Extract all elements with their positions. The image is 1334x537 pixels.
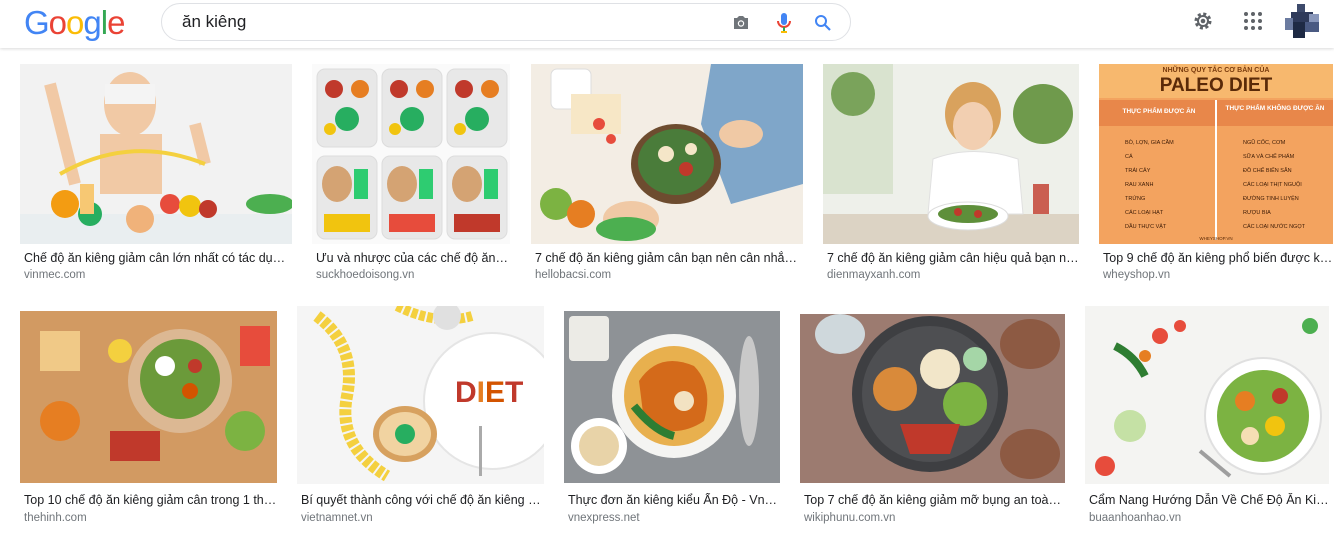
image-result-2[interactable]: Ưu và nhược của các chế độ ăn kiêng ... … <box>312 64 510 284</box>
result-thumbnail[interactable] <box>800 314 1065 483</box>
gear-icon[interactable] <box>1191 9 1215 33</box>
poster-list-item: RƯỢU BIA <box>1243 210 1271 216</box>
microphone-icon[interactable] <box>773 12 795 34</box>
result-thumbnail[interactable] <box>564 311 780 483</box>
google-logo[interactable]: Google <box>24 4 125 42</box>
result-source[interactable]: vnexpress.net <box>568 512 640 524</box>
poster-list-item: CÁ <box>1125 154 1133 160</box>
result-thumbnail[interactable] <box>20 311 277 483</box>
result-thumbnail[interactable]: NHỮNG QUY TẮC CƠ BẢN CỦA PALEO DIET THỰC… <box>1099 64 1333 244</box>
result-title[interactable]: 7 chế độ ăn kiêng giảm cân bạn nên cân n… <box>535 251 803 265</box>
image-result-1[interactable]: Chế độ ăn kiêng giảm cân lớn nhất có tác… <box>20 64 292 284</box>
diet-letter: D <box>455 376 477 409</box>
result-title[interactable]: Thực đơn ăn kiêng kiểu Ấn Độ - VnExpress <box>568 493 780 507</box>
poster-col-forbidden: THỰC PHẨM KHÔNG ĐƯỢC ĂN <box>1225 105 1325 112</box>
result-thumbnail[interactable] <box>312 64 510 244</box>
poster-list-item: ĐỒ CHẾ BIẾN SẴN <box>1243 168 1292 174</box>
poster-list-item: CÁC LOẠI HẠT <box>1125 210 1164 216</box>
search-icon[interactable] <box>812 12 834 34</box>
image-result-10[interactable]: Cẩm Nang Hướng Dẫn Về Chế Độ Ăn Kiêng ..… <box>1085 306 1329 531</box>
result-source[interactable]: suckhoedoisong.vn <box>316 269 414 281</box>
camera-icon[interactable] <box>730 12 752 34</box>
poster-allowed-list: BÒ, LỢN, GIA CẦM CÁ TRÁI CÂY RAU XANH TR… <box>1107 140 1211 238</box>
poster-divider <box>1215 100 1217 240</box>
image-result-3[interactable]: 7 chế độ ăn kiêng giảm cân bạn nên cân n… <box>531 64 803 284</box>
result-title[interactable]: Chế độ ăn kiêng giảm cân lớn nhất có tác… <box>24 251 292 265</box>
result-thumbnail[interactable]: DIET <box>297 306 544 484</box>
logo-letter: e <box>107 4 125 41</box>
result-source[interactable]: wheyshop.vn <box>1103 269 1170 281</box>
image-result-6[interactable]: Top 10 chế độ ăn kiêng giảm cân trong 1 … <box>20 311 277 531</box>
top-bar: Google <box>0 0 1334 48</box>
result-source[interactable]: dienmayxanh.com <box>827 269 920 281</box>
poster-list-item: TRÁI CÂY <box>1125 168 1151 174</box>
result-source[interactable]: wikiphunu.com.vn <box>804 512 895 524</box>
result-source[interactable]: thehinh.com <box>24 512 87 524</box>
diet-letters: DIET <box>455 376 523 410</box>
poster-forbidden-list: NGŨ CỐC, CƠM SỮA VÀ CHẾ PHẨM ĐỒ CHẾ BIẾN… <box>1225 140 1329 238</box>
result-title[interactable]: Bí quyết thành công với chế độ ăn kiêng … <box>301 493 544 507</box>
result-title[interactable]: Top 7 chế độ ăn kiêng giảm mỡ bụng an to… <box>804 493 1065 507</box>
poster-list-item: TRỨNG <box>1125 196 1146 202</box>
result-source[interactable]: buaanhoanhao.vn <box>1089 512 1181 524</box>
image-result-9[interactable]: Top 7 chế độ ăn kiêng giảm mỡ bụng an to… <box>800 314 1065 531</box>
poster-list-item: CÁC LOẠI THỊT NGUỘI <box>1243 182 1302 188</box>
poster-heading-small: NHỮNG QUY TẮC CƠ BẢN CỦA <box>1162 67 1270 74</box>
result-title[interactable]: Ưu và nhược của các chế độ ăn kiêng ... <box>316 251 510 265</box>
avatar[interactable] <box>1285 4 1319 38</box>
logo-letter: o <box>66 4 84 41</box>
result-title[interactable]: Top 10 chế độ ăn kiêng giảm cân trong 1 … <box>24 493 277 507</box>
result-thumbnail[interactable] <box>1085 306 1329 484</box>
result-source[interactable]: vietnamnet.vn <box>301 512 373 524</box>
poster-footer: WHEYSHOP.VN <box>1199 236 1233 241</box>
image-result-7[interactable]: DIET Bí quyết thành công với chế độ ăn k… <box>297 306 544 531</box>
image-result-5[interactable]: NHỮNG QUY TẮC CƠ BẢN CỦA PALEO DIET THỰC… <box>1099 64 1333 284</box>
result-thumbnail[interactable] <box>20 64 292 244</box>
poster-list-item: NGŨ CỐC, CƠM <box>1243 140 1286 146</box>
result-thumbnail[interactable] <box>531 64 803 244</box>
apps-grid-icon[interactable] <box>1241 9 1265 33</box>
poster-list-item: BÒ, LỢN, GIA CẦM <box>1125 140 1174 146</box>
result-title[interactable]: Top 9 chế độ ăn kiêng phổ biến được khoa… <box>1103 251 1333 265</box>
diet-letter: T <box>505 376 524 409</box>
poster-col-allowed: THỰC PHẨM ĐƯỢC ĂN <box>1122 108 1196 115</box>
result-title[interactable]: 7 chế độ ăn kiêng giảm cân hiệu quả bạn … <box>827 251 1079 265</box>
poster-heading-big: PALEO DIET <box>1159 75 1273 96</box>
poster-list-item: RAU XANH <box>1125 182 1154 188</box>
poster-list-item: SỮA VÀ CHẾ PHẨM <box>1243 154 1295 160</box>
diet-letter: I <box>476 376 486 409</box>
logo-letter: g <box>83 4 101 41</box>
logo-letter: o <box>48 4 67 41</box>
result-title[interactable]: Cẩm Nang Hướng Dẫn Về Chế Độ Ăn Kiêng ..… <box>1089 493 1329 507</box>
search-box[interactable] <box>161 3 851 41</box>
logo-letter: G <box>24 4 50 41</box>
result-source[interactable]: hellobacsi.com <box>535 269 611 281</box>
poster-list-item: ĐƯỜNG TINH LUYỆN <box>1243 196 1299 202</box>
search-input[interactable] <box>182 12 702 32</box>
result-thumbnail[interactable] <box>823 64 1079 244</box>
image-result-8[interactable]: Thực đơn ăn kiêng kiểu Ấn Độ - VnExpress… <box>564 311 780 531</box>
diet-letter: E <box>485 376 506 409</box>
result-source[interactable]: vinmec.com <box>24 269 85 281</box>
image-result-4[interactable]: 7 chế độ ăn kiêng giảm cân hiệu quả bạn … <box>823 64 1079 284</box>
